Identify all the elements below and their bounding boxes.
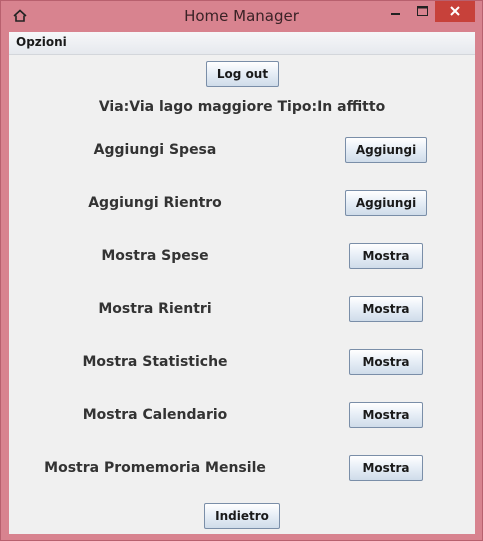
- minimize-button[interactable]: [382, 1, 409, 22]
- maximize-button[interactable]: [409, 1, 435, 22]
- mostra-statistiche-button[interactable]: Mostra: [349, 349, 423, 375]
- title-bar[interactable]: Home Manager: [1, 1, 482, 32]
- client-area: Opzioni Log out Via:Via lago maggiore Ti…: [9, 32, 475, 534]
- row-label-mostra-promemoria-mensile: Mostra Promemoria Mensile: [44, 460, 266, 476]
- row-label-aggiungi-rientro: Aggiungi Rientro: [88, 195, 222, 211]
- menu-opzioni[interactable]: Opzioni: [16, 35, 67, 49]
- mostra-promemoria-button[interactable]: Mostra: [349, 455, 423, 481]
- logout-button[interactable]: Log out: [206, 61, 279, 87]
- mostra-rientri-button[interactable]: Mostra: [349, 296, 423, 322]
- app-window: Home Manager Opzioni Log out Via:Via lag…: [0, 0, 483, 541]
- mostra-calendario-button[interactable]: Mostra: [349, 402, 423, 428]
- mostra-spese-button[interactable]: Mostra: [349, 243, 423, 269]
- row-label-mostra-spese: Mostra Spese: [101, 248, 209, 264]
- row-label-aggiungi-spesa: Aggiungi Spesa: [93, 142, 217, 158]
- aggiungi-rientro-button[interactable]: Aggiungi: [345, 190, 427, 216]
- address-info: Via:Via lago maggiore Tipo:In affitto: [98, 99, 386, 115]
- menu-bar: Opzioni: [9, 32, 475, 55]
- close-button[interactable]: [435, 1, 475, 22]
- row-label-mostra-statistiche: Mostra Statistiche: [82, 354, 228, 370]
- back-button[interactable]: Indietro: [204, 503, 280, 529]
- aggiungi-spesa-button[interactable]: Aggiungi: [345, 137, 427, 163]
- row-label-mostra-rientri: Mostra Rientri: [98, 301, 212, 317]
- row-label-mostra-calendario: Mostra Calendario: [82, 407, 228, 423]
